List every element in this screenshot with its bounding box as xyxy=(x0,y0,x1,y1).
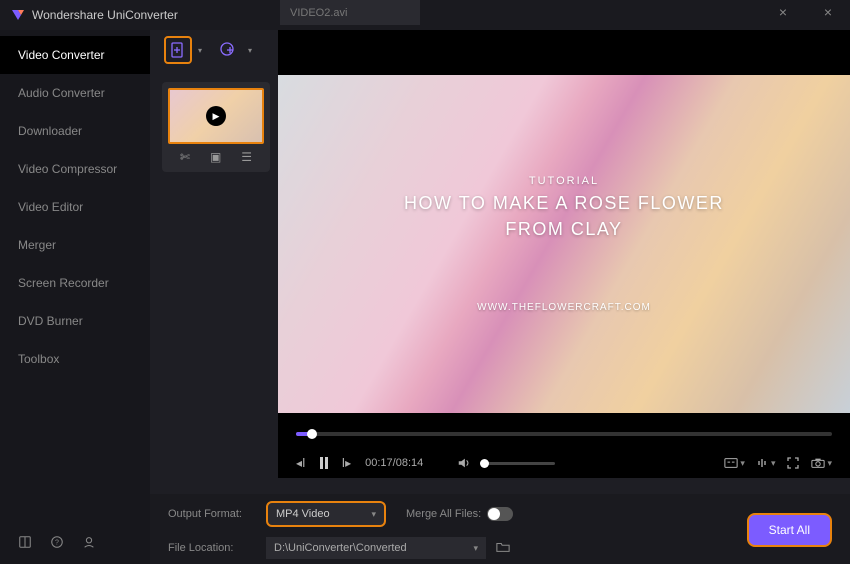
download-tool-button[interactable] xyxy=(214,36,242,64)
preview-tab[interactable]: VIDEO2.avi xyxy=(280,0,420,25)
window-close-icon[interactable]: × xyxy=(824,4,832,20)
progress-knob[interactable] xyxy=(307,429,317,439)
video-preview: TUTORIAL HOW TO MAKE A ROSE FLOWER FROM … xyxy=(278,30,850,478)
play-icon: ▶ xyxy=(206,106,226,126)
next-button[interactable]: Ⅰ▸ xyxy=(342,456,352,470)
file-location-label: File Location: xyxy=(168,542,256,554)
prev-button[interactable]: ◂Ⅰ xyxy=(296,456,306,470)
volume-slider[interactable] xyxy=(485,462,555,465)
account-icon[interactable] xyxy=(82,535,96,552)
add-file-button[interactable] xyxy=(164,36,192,64)
titlebar: Wondershare UniConverter xyxy=(0,0,850,30)
chevron-down-icon: ▾ xyxy=(473,543,478,554)
app-logo-icon xyxy=(10,7,26,23)
output-format-value: MP4 Video xyxy=(276,508,330,520)
merge-toggle[interactable] xyxy=(487,507,513,521)
add-file-dropdown-icon[interactable]: ▾ xyxy=(198,46,202,55)
thumbnail-panel: ▶ ✄ ▣ ☰ xyxy=(162,82,270,172)
sidebar-item-merger[interactable]: Merger xyxy=(0,226,150,264)
sidebar-item-video-compressor[interactable]: Video Compressor xyxy=(0,150,150,188)
sidebar-item-toolbox[interactable]: Toolbox xyxy=(0,340,150,378)
preview-tab-label: VIDEO2.avi xyxy=(290,7,347,19)
download-tool-dropdown-icon[interactable]: ▾ xyxy=(248,46,252,55)
output-format-label: Output Format: xyxy=(168,508,256,520)
close-tab-icon[interactable]: × xyxy=(779,4,787,20)
start-all-label: Start All xyxy=(769,523,810,537)
progress-bar[interactable] xyxy=(296,432,832,436)
file-location-value: D:\UniConverter\Converted xyxy=(274,542,407,554)
player-controls: ◂Ⅰ Ⅰ▸ 00:17/08:14 ▾ ▾ ▾ xyxy=(296,456,832,470)
volume-icon[interactable] xyxy=(457,456,471,470)
start-all-button[interactable]: Start All xyxy=(747,513,832,547)
pause-button[interactable] xyxy=(320,457,328,469)
chevron-down-icon: ▾ xyxy=(371,509,376,520)
volume-knob[interactable] xyxy=(480,459,489,468)
merge-label: Merge All Files: xyxy=(406,508,481,520)
time-display: 00:17/08:14 xyxy=(365,457,423,469)
manual-icon[interactable] xyxy=(18,535,32,552)
file-location-select[interactable]: D:\UniConverter\Converted ▾ xyxy=(266,537,486,559)
app-title: Wondershare UniConverter xyxy=(32,8,178,22)
crop-icon[interactable]: ▣ xyxy=(210,150,221,164)
sidebar-item-video-converter[interactable]: Video Converter xyxy=(0,36,150,74)
overlay-subtitle: TUTORIAL xyxy=(529,175,599,187)
sidebar-item-audio-converter[interactable]: Audio Converter xyxy=(0,74,150,112)
subtitles-button[interactable]: ▾ xyxy=(724,457,745,469)
sidebar: Video Converter Audio Converter Download… xyxy=(0,30,150,564)
audio-track-button[interactable]: ▾ xyxy=(757,457,776,469)
effects-icon[interactable]: ☰ xyxy=(241,150,252,164)
nav: Video Converter Audio Converter Download… xyxy=(0,30,150,523)
sidebar-item-dvd-burner[interactable]: DVD Burner xyxy=(0,302,150,340)
sidebar-item-downloader[interactable]: Downloader xyxy=(0,112,150,150)
overlay-title: HOW TO MAKE A ROSE FLOWER FROM CLAY xyxy=(404,191,724,241)
bottom-bar: Output Format: MP4 Video ▾ Merge All Fil… xyxy=(150,494,850,564)
fullscreen-button[interactable] xyxy=(787,457,799,469)
overlay-url: WWW.THEFLOWERCRAFT.COM xyxy=(477,302,651,313)
sidebar-item-video-editor[interactable]: Video Editor xyxy=(0,188,150,226)
svg-text:?: ? xyxy=(55,540,59,547)
output-format-select[interactable]: MP4 Video ▾ xyxy=(266,501,386,527)
help-icon[interactable]: ? xyxy=(50,535,64,552)
sidebar-item-screen-recorder[interactable]: Screen Recorder xyxy=(0,264,150,302)
thumbnail-image[interactable]: ▶ xyxy=(168,88,264,144)
video-frame[interactable]: TUTORIAL HOW TO MAKE A ROSE FLOWER FROM … xyxy=(278,75,850,413)
trim-icon[interactable]: ✄ xyxy=(180,150,190,164)
open-folder-icon[interactable] xyxy=(496,541,510,556)
content: ▾ ▾ n ▶ ✄ ▣ ☰ ert xyxy=(150,30,850,564)
thumbnail-card[interactable]: ▶ ✄ ▣ ☰ xyxy=(162,82,270,172)
snapshot-button[interactable]: ▾ xyxy=(811,457,832,469)
